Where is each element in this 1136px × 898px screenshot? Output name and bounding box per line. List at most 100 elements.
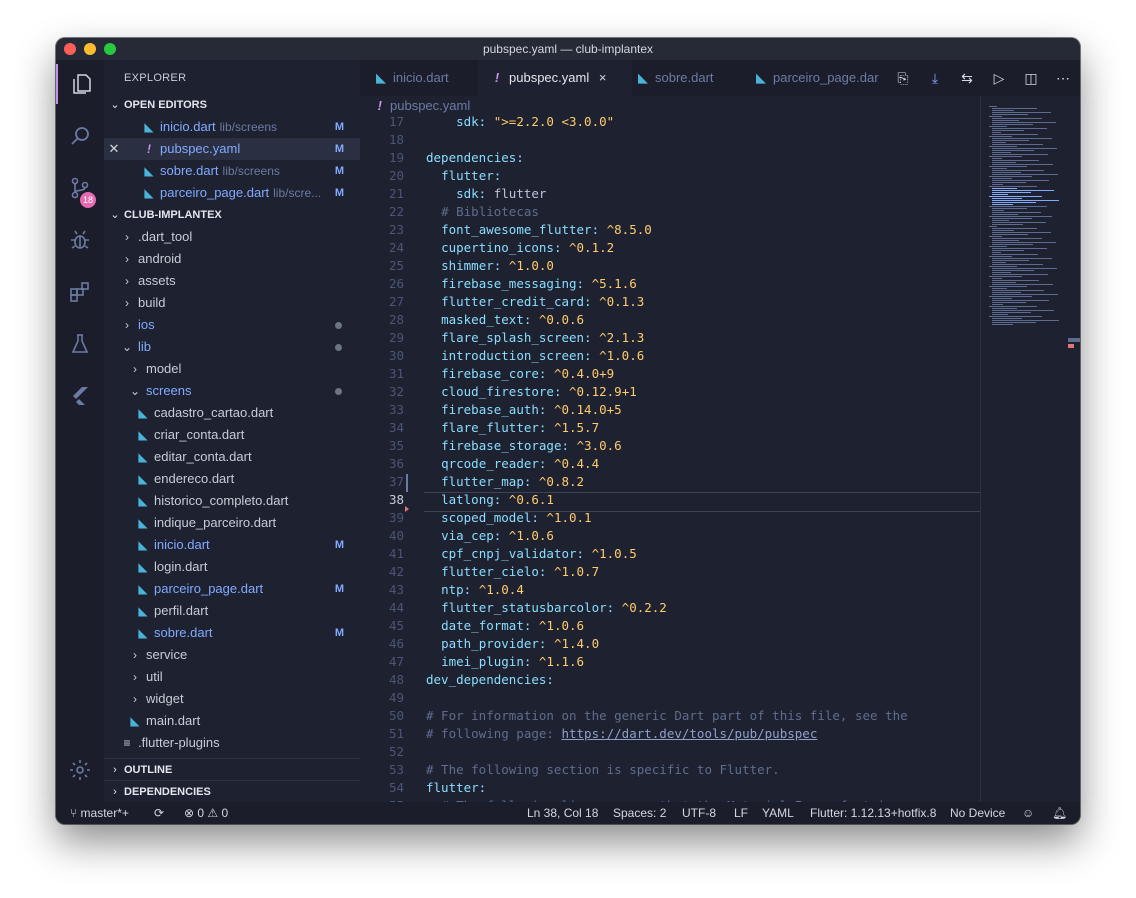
open-preview-icon[interactable]: ⎘ <box>894 69 912 87</box>
device-status[interactable]: No Device <box>950 802 1005 824</box>
tree-folder[interactable]: › ios <box>104 314 360 336</box>
tree-folder[interactable]: › service <box>104 644 360 666</box>
code-line[interactable]: firebase_core: ^0.4.0+9 <box>426 366 614 381</box>
code-line[interactable]: # For information on the generic Dart pa… <box>426 708 908 723</box>
tree-file[interactable]: ◣ inicio.dart M <box>104 534 360 556</box>
tab-sobre-dart[interactable]: ◣ sobre.dart <box>622 60 754 96</box>
language-status[interactable]: YAML <box>762 802 794 824</box>
tree-file[interactable]: ◣ parceiro_page.dart M <box>104 578 360 600</box>
code-line[interactable]: sdk: ">=2.2.0 <3.0.0" <box>426 116 614 129</box>
code-line[interactable]: imei_plugin: ^1.1.6 <box>426 654 584 669</box>
code-editor[interactable]: 17 sdk: ">=2.2.0 <3.0.0" 18 19 dependencies… <box>360 116 980 802</box>
tree-folder[interactable]: ⌄ screens <box>104 380 360 402</box>
code-line[interactable]: cupertino_icons: ^0.1.2 <box>426 240 614 255</box>
dependencies-header[interactable]: › DEPENDENCIES <box>104 780 360 803</box>
tree-file[interactable]: ◣ endereco.dart <box>104 468 360 490</box>
indentation-status[interactable]: Spaces: 2 <box>613 802 666 824</box>
tree-file[interactable]: ◣ historico_completo.dart <box>104 490 360 512</box>
explorer-icon[interactable] <box>56 64 106 104</box>
tree-file[interactable]: ◣ editar_conta.dart <box>104 446 360 468</box>
code-line[interactable]: flare_splash_screen: ^2.1.3 <box>426 330 644 345</box>
close-window-button[interactable] <box>64 43 76 55</box>
extensions-icon[interactable] <box>56 272 104 312</box>
sync-icon[interactable]: ⟳ <box>154 802 164 824</box>
code-line[interactable]: sdk: flutter <box>426 186 546 201</box>
code-line[interactable]: scoped_model: ^1.0.1 <box>426 510 592 525</box>
code-line[interactable]: ntp: ^1.0.4 <box>426 582 524 597</box>
close-icon[interactable]: × <box>599 70 607 85</box>
code-line[interactable]: dev_dependencies: <box>426 672 554 687</box>
code-line[interactable]: firebase_auth: ^0.14.0+5 <box>426 402 622 417</box>
eol-status[interactable]: LF <box>734 802 748 824</box>
debug-icon[interactable] <box>56 220 104 260</box>
code-line[interactable]: introduction_screen: ^1.0.6 <box>426 348 644 363</box>
code-line[interactable]: font_awesome_flutter: ^8.5.0 <box>426 222 652 237</box>
minimap[interactable] <box>980 96 1069 802</box>
feedback-icon[interactable]: ☺ <box>1022 802 1034 824</box>
code-line[interactable]: flutter_credit_card: ^0.1.3 <box>426 294 644 309</box>
cursor-position[interactable]: Ln 38, Col 18 <box>527 802 598 824</box>
tree-folder[interactable]: › .dart_tool <box>104 226 360 248</box>
open-editor-item[interactable]: ◣ sobre.dart lib/screens M <box>104 160 360 182</box>
tree-file[interactable]: ◣ indique_parceiro.dart <box>104 512 360 534</box>
code-line[interactable]: # The following section is specific to F… <box>426 762 780 777</box>
search-icon[interactable] <box>56 116 104 156</box>
code-line[interactable]: flutter: <box>426 780 486 795</box>
tree-folder[interactable]: › build <box>104 292 360 314</box>
code-line[interactable]: masked_text: ^0.0.6 <box>426 312 584 327</box>
open-changes-icon[interactable]: ⇆ <box>958 69 976 87</box>
tree-file[interactable]: ◣ criar_conta.dart <box>104 424 360 446</box>
git-download-icon[interactable]: ⤓ <box>926 69 944 87</box>
flutter-icon[interactable] <box>56 376 104 416</box>
settings-gear-icon[interactable] <box>56 750 104 790</box>
tree-file[interactable]: ◣ login.dart <box>104 556 360 578</box>
code-line[interactable]: path_provider: ^1.4.0 <box>426 636 599 651</box>
outline-header[interactable]: › OUTLINE <box>104 758 360 781</box>
tab-pubspec-yaml[interactable]: ! pubspec.yaml × <box>478 60 632 96</box>
problems-status[interactable]: ⊗ 0 ⚠ 0 <box>184 802 228 824</box>
flutter-version-status[interactable]: Flutter: 1.12.13+hotfix.8 <box>810 802 936 824</box>
tree-file[interactable]: ◣ sobre.dart M <box>104 622 360 644</box>
split-editor-icon[interactable]: ◫ <box>1022 69 1040 87</box>
close-icon[interactable]: ✕ <box>104 138 124 160</box>
code-line[interactable]: flutter_map: ^0.8.2 <box>426 474 584 489</box>
code-line[interactable]: dependencies: <box>426 150 524 165</box>
tab-inicio-dart[interactable]: ◣ inicio.dart <box>360 60 492 96</box>
source-control-icon[interactable]: 18 <box>56 168 104 208</box>
code-line[interactable]: qrcode_reader: ^0.4.4 <box>426 456 599 471</box>
code-line[interactable]: latlong: ^0.6.1 <box>426 492 554 507</box>
zoom-window-button[interactable] <box>104 43 116 55</box>
code-line[interactable]: flutter_cielo: ^1.0.7 <box>426 564 599 579</box>
tree-folder[interactable]: › android <box>104 248 360 270</box>
minimize-window-button[interactable] <box>84 43 96 55</box>
code-line[interactable]: date_format: ^1.0.6 <box>426 618 584 633</box>
encoding-status[interactable]: UTF-8 <box>682 802 716 824</box>
project-header[interactable]: ⌄ CLUB-IMPLANTEX <box>104 204 360 226</box>
tree-folder[interactable]: › assets <box>104 270 360 292</box>
code-line[interactable]: cpf_cnpj_validator: ^1.0.5 <box>426 546 637 561</box>
tab-parceiro-page-dart[interactable]: ◣ parceiro_page.dar <box>744 60 894 96</box>
code-line[interactable]: firebase_messaging: ^5.1.6 <box>426 276 637 291</box>
tree-file[interactable]: ◣ main.dart <box>104 710 360 732</box>
code-line[interactable]: # following page: https://dart.dev/tools… <box>426 726 817 741</box>
code-line[interactable]: flare_flutter: ^1.5.7 <box>426 420 599 435</box>
tree-file[interactable]: ◣ perfil.dart <box>104 600 360 622</box>
notifications-bell-icon[interactable]: 🔔︎ <box>1052 802 1067 824</box>
run-icon[interactable]: ▷ <box>990 69 1008 87</box>
tree-folder[interactable]: › util <box>104 666 360 688</box>
tree-folder[interactable]: ⌄ lib <box>104 336 360 358</box>
branch-status[interactable]: ⑂ master*+ <box>70 802 129 824</box>
open-editor-item[interactable]: ◣ inicio.dart lib/screens M <box>104 116 360 138</box>
tree-folder[interactable]: › widget <box>104 688 360 710</box>
code-line[interactable]: cloud_firestore: ^0.12.9+1 <box>426 384 637 399</box>
open-editor-item[interactable]: ◣ parceiro_page.dart lib/scre... M <box>104 182 360 204</box>
testing-flask-icon[interactable] <box>56 324 104 364</box>
tree-file[interactable]: ◣ cadastro_cartao.dart <box>104 402 360 424</box>
vertical-scrollbar[interactable] <box>1068 96 1080 802</box>
more-actions-icon[interactable]: ⋯ <box>1054 69 1072 87</box>
tree-folder[interactable]: › model <box>104 358 360 380</box>
code-line[interactable]: flutter: <box>426 168 501 183</box>
code-line[interactable]: shimmer: ^1.0.0 <box>426 258 554 273</box>
open-editor-item[interactable]: ✕! pubspec.yaml M <box>104 138 360 160</box>
code-line[interactable]: firebase_storage: ^3.0.6 <box>426 438 622 453</box>
